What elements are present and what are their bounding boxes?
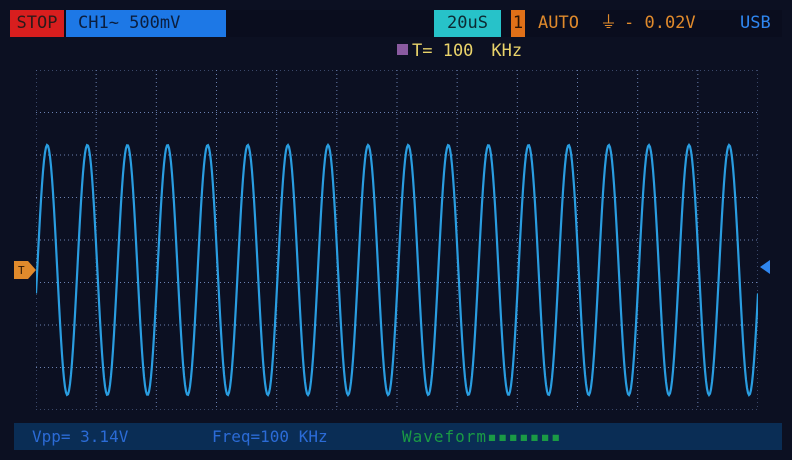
usb-indicator: USB [740,13,771,33]
trigger-edge-icon: ⏚ [600,13,617,33]
run-stop-indicator[interactable]: STOP [10,10,64,37]
svg-text:T: T [18,264,25,277]
measurement-bar: Vpp= 3.14V Freq=100 KHz Waveform▪▪▪▪▪▪▪ [14,423,782,450]
frequency-readout: T= 100 KHz [397,40,522,62]
frequency-label: T= 100 [412,41,474,61]
vpp-measurement: Vpp= 3.14V [32,427,129,446]
waveform-plot [36,70,758,410]
oscilloscope-screen: STOP CH1~ 500mV 20uS 1 AUTO ⏚ - 0.02V US… [0,0,792,460]
trigger-mode[interactable]: AUTO [538,10,579,37]
trigger-level[interactable]: - 0.02V [624,10,696,37]
extra-measurement: Waveform▪▪▪▪▪▪▪ [402,427,562,446]
trigger-channel-indicator[interactable]: 1 [511,10,525,37]
frequency-measurement: Freq=100 KHz [212,427,328,446]
trigger-position-marker[interactable]: T [14,261,36,279]
frequency-icon [397,43,408,55]
timebase-setting[interactable]: 20uS [434,10,501,37]
trigger-level-marker[interactable] [760,260,770,274]
frequency-unit: KHz [491,41,523,61]
waveform-display [36,70,758,410]
channel-1-scale[interactable]: CH1~ 500mV [66,10,226,37]
status-bar: STOP CH1~ 500mV 20uS 1 AUTO ⏚ - 0.02V US… [10,10,782,37]
